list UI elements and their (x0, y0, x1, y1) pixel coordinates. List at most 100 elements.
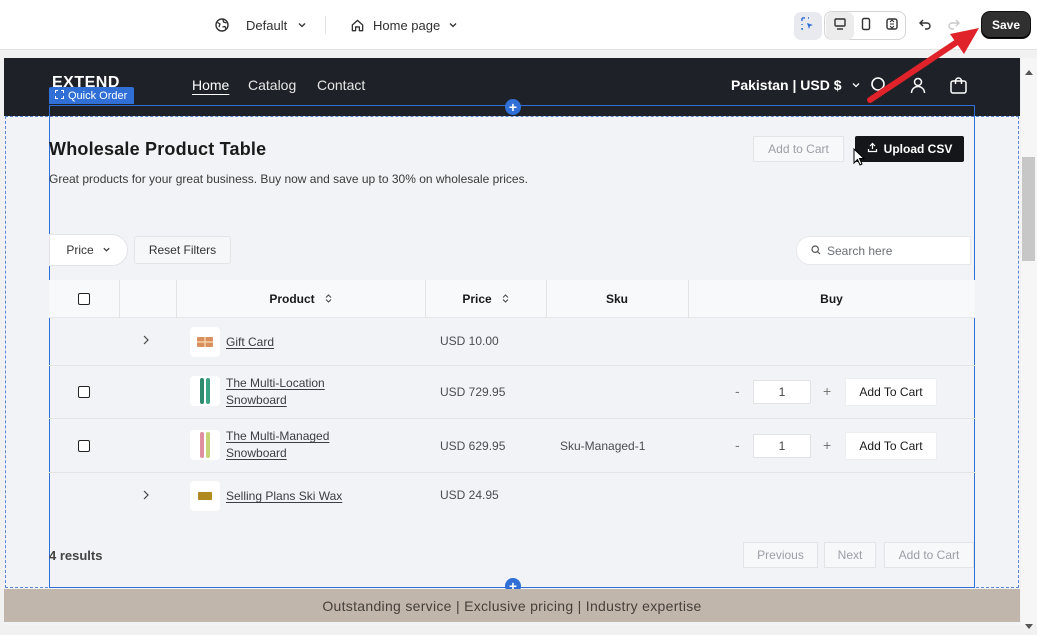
chevron-down-icon (297, 20, 307, 30)
product-header-label: Product (269, 292, 315, 306)
search-icon[interactable] (870, 76, 888, 99)
row-checkbox[interactable] (78, 440, 90, 452)
nav-home[interactable]: Home (192, 77, 229, 93)
product-column-header[interactable]: Product (176, 280, 425, 318)
search-placeholder: Search here (827, 243, 893, 258)
quantity-decrease-button[interactable]: - (735, 383, 740, 399)
product-link[interactable]: Gift Card (226, 334, 274, 351)
preview-frame: EXTEND Home Catalog Contact Pakistan | U… (4, 58, 1020, 625)
quantity-increase-button[interactable]: + (823, 437, 831, 453)
select-all-checkbox[interactable] (78, 293, 90, 305)
editor-topbar: Default Home page Save (0, 0, 1037, 50)
price-filter-dropdown[interactable]: Price (49, 234, 128, 266)
product-name-line1: The Multi-Managed (226, 429, 330, 443)
product-thumbnail (190, 376, 220, 406)
search-icon (811, 244, 821, 258)
search-input[interactable]: Search here (796, 236, 971, 265)
mobile-view-button[interactable] (852, 12, 880, 40)
save-button[interactable]: Save (982, 12, 1030, 38)
product-name-line2: Snowboard (226, 446, 287, 460)
product-name-line2: Snowboard (226, 393, 287, 407)
add-section-above-button[interactable]: + (505, 99, 521, 115)
price-cell: USD 10.00 (440, 334, 499, 348)
mouse-cursor-icon (853, 147, 866, 171)
product-link[interactable]: Selling Plans Ski Wax (226, 488, 342, 505)
fullscreen-icon (885, 17, 899, 36)
reset-filters-button[interactable]: Reset Filters (134, 236, 231, 264)
upload-csv-label: Upload CSV (883, 142, 953, 156)
block-tag-label: Quick Order (68, 89, 128, 102)
sku-cell: Sku-Managed-1 (560, 439, 646, 453)
upload-icon (867, 142, 878, 156)
account-icon[interactable] (909, 76, 927, 99)
add-to-cart-bottom-button[interactable]: Add to Cart (884, 542, 974, 568)
row-checkbox[interactable] (78, 386, 90, 398)
add-to-cart-button[interactable]: Add To Cart (845, 378, 937, 406)
price-column-header[interactable]: Price (425, 280, 546, 318)
product-thumbnail (190, 430, 220, 460)
mobile-icon (859, 17, 873, 36)
scrollbar-thumb[interactable] (1022, 157, 1035, 261)
price-cell: USD 629.95 (440, 439, 506, 453)
price-cell: USD 24.95 (440, 488, 499, 502)
product-name-line1: The Multi-Location (226, 376, 325, 390)
chevron-down-icon (851, 77, 861, 93)
sort-icon (502, 292, 509, 306)
price-cell: USD 729.95 (440, 385, 506, 399)
table-row: The Multi-Location Snowboard USD 729.95 … (49, 366, 975, 419)
table-row: Gift Card USD 10.00 (49, 318, 975, 366)
quantity-decrease-button[interactable]: - (735, 437, 740, 453)
quantity-input[interactable]: 1 (753, 434, 811, 458)
fullwidth-view-button[interactable] (878, 12, 906, 40)
price-filter-label: Price (66, 243, 94, 257)
scroll-up-icon[interactable] (1025, 62, 1033, 80)
section-title: Wholesale Product Table (49, 139, 267, 159)
chevron-down-icon (102, 243, 111, 257)
product-thumbnail (190, 481, 220, 511)
scroll-down-icon[interactable] (1025, 617, 1033, 635)
add-to-cart-top-button[interactable]: Add to Cart (753, 136, 844, 162)
buy-column-header: Buy (820, 292, 843, 306)
section-subtitle: Great products for your great business. … (49, 172, 528, 186)
block-tag[interactable]: Quick Order (49, 87, 135, 104)
nav-catalog[interactable]: Catalog (248, 77, 296, 93)
table-row: The Multi-Managed Snowboard USD 629.95 S… (49, 419, 975, 473)
preview-scrollbar[interactable] (1021, 58, 1037, 625)
toolbar-divider (325, 16, 326, 34)
locale-selector[interactable]: Pakistan | USD $ (731, 77, 861, 93)
product-thumbnail (190, 327, 220, 357)
page-selector[interactable]: Home page (350, 0, 458, 50)
quantity-input[interactable]: 1 (753, 380, 811, 404)
desktop-icon (833, 17, 847, 36)
sku-column-header: Sku (605, 292, 628, 306)
next-page-button[interactable]: Next (824, 542, 876, 568)
upload-csv-button[interactable]: Upload CSV (855, 136, 964, 162)
select-all-checkbox-cell (49, 280, 119, 318)
expand-row-icon[interactable] (142, 335, 150, 345)
undo-button[interactable] (911, 12, 939, 40)
select-element-icon (800, 16, 816, 37)
quantity-increase-button[interactable]: + (823, 383, 831, 399)
previous-page-button[interactable]: Previous (743, 542, 818, 568)
select-block-icon (55, 89, 64, 102)
redo-button[interactable] (940, 12, 968, 40)
price-header-label: Price (462, 292, 492, 306)
column-separator (119, 280, 120, 318)
product-link[interactable]: The Multi-Location Snowboard (226, 375, 325, 409)
announcement-bar: Outstanding service | Exclusive pricing … (4, 589, 1020, 622)
globe-icon (214, 17, 230, 33)
expand-row-icon[interactable] (142, 490, 150, 500)
locale-label: Pakistan | USD $ (731, 77, 842, 93)
theme-selector-label: Default (246, 17, 288, 33)
product-link[interactable]: The Multi-Managed Snowboard (226, 428, 329, 462)
theme-selector[interactable]: Default (214, 0, 307, 50)
redo-icon (947, 17, 961, 36)
undo-icon (918, 17, 932, 36)
add-to-cart-button[interactable]: Add To Cart (845, 432, 937, 460)
home-icon (350, 18, 365, 33)
inspector-toggle-button[interactable] (794, 12, 822, 40)
table-row: Selling Plans Ski Wax USD 24.95 (49, 473, 975, 521)
desktop-view-button[interactable] (826, 12, 854, 40)
cart-icon[interactable] (949, 76, 968, 100)
nav-contact[interactable]: Contact (317, 77, 365, 93)
